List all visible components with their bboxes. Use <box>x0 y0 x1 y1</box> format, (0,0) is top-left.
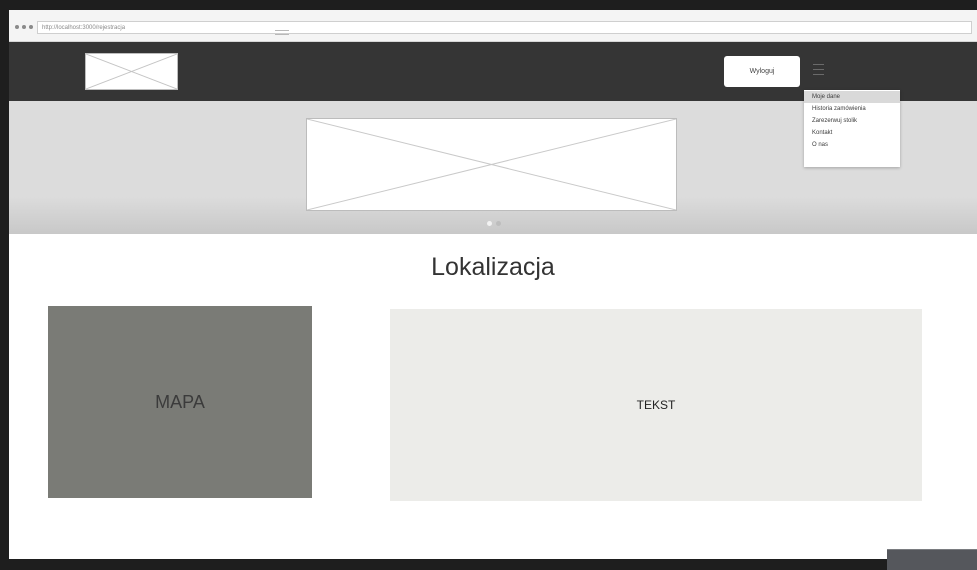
browser-menu-icon[interactable] <box>275 30 289 38</box>
menu-item-o-nas[interactable]: O nas <box>804 139 900 151</box>
menu-item-moje-dane[interactable]: Moje dane <box>804 91 900 103</box>
dropdown-menu: Moje dane Historia zamówienia Zarezerwuj… <box>804 90 900 167</box>
logo-placeholder-icon[interactable] <box>85 53 178 90</box>
slider-dot-2[interactable] <box>496 221 501 226</box>
window-dot-icon[interactable] <box>29 25 33 29</box>
address-bar[interactable]: http://localhost:3000/rejestracja <box>37 21 972 34</box>
banner-image-placeholder-icon <box>306 118 677 211</box>
window-controls <box>15 25 33 29</box>
text-label: TEKST <box>636 398 676 412</box>
window-dot-icon[interactable] <box>22 25 26 29</box>
map-placeholder[interactable]: MAPA <box>48 306 312 498</box>
logout-button[interactable]: Wyloguj <box>724 56 800 87</box>
browser-window: http://localhost:3000/rejestracja Wylogu… <box>9 10 977 559</box>
map-label: MAPA <box>155 391 205 412</box>
window-dot-icon[interactable] <box>15 25 19 29</box>
text-placeholder: TEKST <box>390 309 922 501</box>
menu-item-kontakt[interactable]: Kontakt <box>804 127 900 139</box>
browser-bar: http://localhost:3000/rejestracja <box>9 10 977 42</box>
page-title: Lokalizacja <box>431 253 555 281</box>
hamburger-icon[interactable] <box>813 64 824 79</box>
menu-item-rezerwacja[interactable]: Zarezerwuj stolik <box>804 115 900 127</box>
menu-item-historia[interactable]: Historia zamówienia <box>804 103 900 115</box>
slider-dot-1[interactable] <box>487 221 492 226</box>
corner-block <box>887 549 977 570</box>
slider-pagination <box>487 221 501 226</box>
